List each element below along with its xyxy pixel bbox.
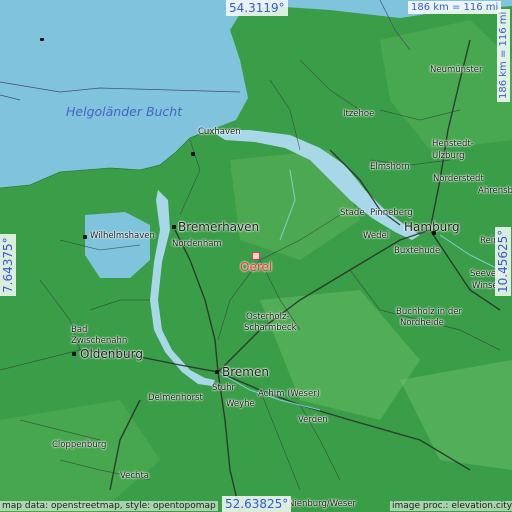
city-label-achim: Achim (Weser) (258, 389, 320, 399)
city-label-itzehoe: Itzehoe (343, 109, 375, 119)
city-label-neumuenster: Neumünster (430, 65, 483, 75)
coord-bottom: 52.63825° (222, 496, 292, 512)
focus-place-label: Oerel (240, 260, 273, 274)
city-label-stade: Stade (340, 208, 365, 218)
city-label-bremerhaven: Bremerhaven (178, 220, 260, 234)
scale-horizontal: 186 km = 116 mi (408, 1, 502, 14)
city-dot-bremerhaven (172, 225, 176, 229)
city-label-buxtehude: Buxtehude (394, 246, 441, 256)
city-label-osterholz: Osterholz- (246, 312, 290, 322)
city-label-nienburg: Nienburg/Weser (288, 499, 357, 509)
scale-vertical: 186 km = 116 mi (497, 8, 510, 102)
city-dot-oldenburg (72, 352, 76, 356)
focus-marker[interactable] (252, 252, 260, 260)
city-label-cuxhaven: Cuxhaven (198, 127, 241, 137)
coord-left: 7.64375° (0, 234, 16, 296)
city-label-pinneberg: Pinneberg (370, 208, 413, 218)
city-label-vechta: Vechta (120, 471, 149, 481)
city-dot-hamburg (432, 231, 436, 235)
city-label-ulzburg: Ulzburg (432, 151, 465, 161)
city-label-scharmbeck: Scharmbeck (244, 323, 297, 333)
map-view[interactable]: Helgoländer Bucht Cuxhaven Bremerhaven N… (0, 0, 512, 512)
city-label-weyhe: Weyhe (226, 399, 255, 409)
sea-label: Helgoländer Bucht (66, 104, 183, 119)
city-label-wedel: Wedel (363, 231, 390, 241)
coord-top: 54.3119° (226, 0, 288, 16)
city-label-bremen: Bremen (222, 365, 269, 379)
attribution-left: map data: openstreetmap, style: opentopo… (0, 501, 218, 511)
attribution-right: image proc.: elevation.city (390, 501, 512, 511)
city-label-bad: Bad (71, 325, 88, 335)
city-label-ahrensburg: Ahrensbu (478, 186, 512, 196)
city-label-zwischenahn: Zwischenahn (71, 336, 128, 346)
city-label-cloppenburg: Cloppenburg (52, 440, 107, 450)
city-label-henstedt: Henstedt- (432, 139, 474, 149)
city-label-stuhr: Stuhr (212, 383, 235, 393)
coord-right: 10.45625° (495, 226, 511, 296)
city-label-winsen: Winse (472, 281, 498, 291)
city-label-elmshorn: Elmshorn (370, 162, 410, 172)
city-dot-wilhelmshaven (83, 235, 87, 239)
city-label-nordenham: Nordenham (172, 239, 222, 249)
city-label-delmenhorst: Delmenhorst (148, 393, 203, 403)
city-dot-bremen (215, 370, 219, 374)
city-label-verden: Verden (298, 415, 328, 425)
city-label-buchholz: Buchholz in der (396, 307, 462, 317)
city-label-oldenburg: Oldenburg (80, 347, 143, 361)
city-label-wilhelmshaven: Wilhelmshaven (90, 231, 155, 241)
city-label-nordheide: Nordheide (400, 318, 444, 328)
island-marker (40, 38, 44, 41)
city-dot-cuxhaven (191, 152, 195, 156)
city-label-norderstedt: Norderstedt (433, 174, 484, 184)
